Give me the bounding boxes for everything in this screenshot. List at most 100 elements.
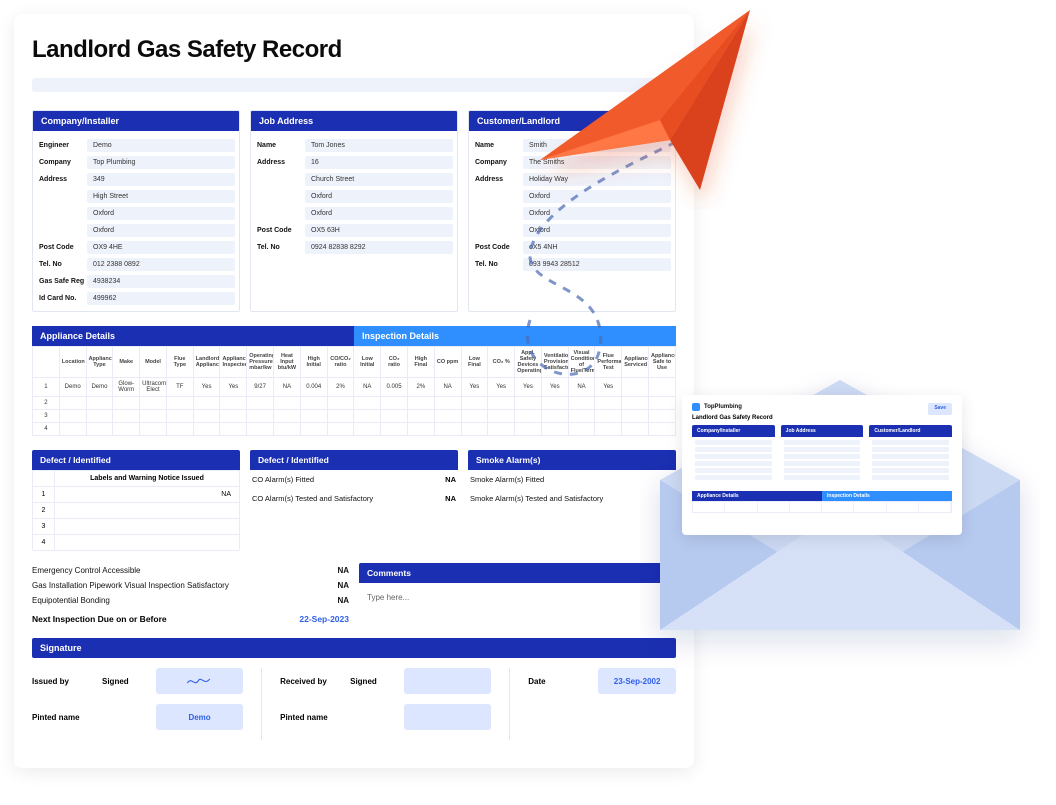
table-header: CO₂ % bbox=[488, 347, 515, 378]
page-title: Landlord Gas Safety Record bbox=[32, 36, 676, 64]
received-by-column: Received by Signed Pinted name bbox=[280, 668, 491, 740]
table-row: 4 bbox=[33, 423, 676, 436]
table-row: 3 bbox=[33, 410, 676, 423]
table-header: Heat Input btu/kW bbox=[274, 347, 301, 378]
field-label: Engineer bbox=[37, 142, 85, 149]
table-header: Low Final bbox=[461, 347, 488, 378]
field-value: oX5 4NH bbox=[523, 241, 671, 254]
checks-comments-row: Emergency Control AccessibleNAGas Instal… bbox=[32, 563, 676, 626]
document-thumbnail: TopPlumbing Save Landlord Gas Safety Rec… bbox=[682, 395, 962, 535]
list-item: Smoke Alarm(s) Tested and Satisfactory bbox=[468, 489, 676, 508]
field-value: Oxford bbox=[523, 207, 671, 220]
appliance-inspection-table: LocationAppliance TypeMakeModelFlue Type… bbox=[32, 346, 676, 436]
field-label: Name bbox=[255, 142, 303, 149]
check-line: Equipotential BondingNA bbox=[32, 593, 349, 608]
field-row: Tel. No093 9943 28512 bbox=[473, 256, 671, 273]
thumb-brand: TopPlumbing bbox=[692, 403, 742, 411]
signature-row: Issued by Signed Pinted name Demo Receiv… bbox=[32, 668, 676, 740]
field-label: Tel. No bbox=[255, 244, 303, 251]
field-label: Address bbox=[473, 176, 521, 183]
field-value: Oxford bbox=[305, 190, 453, 203]
field-value: OX9 4HE bbox=[87, 241, 235, 254]
date-label: Date bbox=[528, 677, 584, 686]
field-label: Tel. No bbox=[473, 261, 521, 268]
field-row: EngineerDemo bbox=[37, 137, 235, 154]
thumb-table bbox=[692, 501, 952, 513]
field-row: CompanyTop Plumbing bbox=[37, 154, 235, 171]
comments-card: Comments Type here... bbox=[359, 563, 676, 626]
comments-header: Comments bbox=[359, 563, 676, 583]
issued-printed-name-box[interactable]: Demo bbox=[156, 704, 243, 730]
table-header: Flue Type bbox=[166, 347, 193, 378]
thumb-logo-icon bbox=[692, 403, 700, 411]
field-value: Oxford bbox=[305, 207, 453, 220]
field-row: Oxford bbox=[255, 205, 453, 222]
received-signature-box[interactable] bbox=[404, 668, 491, 694]
table-header: Location bbox=[59, 347, 86, 378]
table-header: Model bbox=[140, 347, 167, 378]
issued-signature-box[interactable] bbox=[156, 668, 243, 694]
field-label: Company bbox=[37, 159, 85, 166]
customer-landlord-card: Customer/Landlord NameSmithCompanyThe Sm… bbox=[468, 110, 676, 312]
company-header: Company/Installer bbox=[33, 111, 239, 131]
inspection-due-label: Next Inspection Due on or Before bbox=[32, 614, 167, 624]
field-row: Tel. No0924 82838 8292 bbox=[255, 239, 453, 256]
table-header: Appliance Inspected bbox=[220, 347, 247, 378]
customer-header: Customer/Landlord bbox=[469, 111, 675, 131]
field-row: Address349 bbox=[37, 171, 235, 188]
date-value-box[interactable]: 23-Sep-2002 bbox=[598, 668, 676, 694]
field-row: Tel. No012 2388 0892 bbox=[37, 256, 235, 273]
defect1-col-header: Labels and Warning Notice Issued bbox=[55, 471, 240, 487]
field-label: Tel. No bbox=[37, 261, 85, 268]
field-row: CompanyThe Smiths bbox=[473, 154, 671, 171]
field-label: Address bbox=[255, 159, 303, 166]
field-value: Smith bbox=[523, 139, 671, 152]
field-value: Top Plumbing bbox=[87, 156, 235, 169]
field-row: Post CodeOX9 4HE bbox=[37, 239, 235, 256]
field-value: 4938234 bbox=[87, 275, 235, 288]
field-row: Post CodeoX5 4NH bbox=[473, 239, 671, 256]
printed-name-label-2: Pinted name bbox=[280, 713, 336, 722]
field-label: Name bbox=[473, 142, 521, 149]
field-row: Oxford bbox=[473, 222, 671, 239]
comments-input[interactable]: Type here... bbox=[359, 583, 676, 612]
job-address-card: Job Address NameTom JonesAddress16Church… bbox=[250, 110, 458, 312]
inspection-details-header: Inspection Details bbox=[354, 326, 676, 346]
date-column: Date 23-Sep-2002 bbox=[528, 668, 676, 740]
field-value: Church Street bbox=[305, 173, 453, 186]
info-cards-row: Company/Installer EngineerDemoCompanyTop… bbox=[32, 110, 676, 312]
field-row: Id Card No.499962 bbox=[37, 290, 235, 307]
field-row: NameTom Jones bbox=[255, 137, 453, 154]
signed-label-1: Signed bbox=[102, 677, 142, 686]
field-value: The Smiths bbox=[523, 156, 671, 169]
defect1-header: Defect / Identified bbox=[32, 450, 240, 470]
field-row: NameSmith bbox=[473, 137, 671, 154]
issued-by-label: Issued by bbox=[32, 677, 88, 686]
inspection-due-value: 22-Sep-2023 bbox=[299, 614, 349, 624]
thumb-appliance-left: Appliance Details bbox=[692, 491, 822, 501]
signature-squiggle-icon bbox=[186, 674, 214, 688]
table-header: Appl. Safety Devices Operating bbox=[515, 347, 542, 378]
smoke-alarm-card: Smoke Alarm(s) Smoke Alarm(s) FittedSmok… bbox=[468, 450, 676, 551]
thumb-card: Job Address bbox=[781, 425, 864, 485]
field-row: Address16 bbox=[255, 154, 453, 171]
received-printed-name-box[interactable] bbox=[404, 704, 491, 730]
field-value: 349 bbox=[87, 173, 235, 186]
table-row: 1NA bbox=[33, 487, 240, 503]
printed-name-label-1: Pinted name bbox=[32, 713, 88, 722]
field-value: Oxford bbox=[523, 190, 671, 203]
defect-identified-card-2: Defect / Identified CO Alarm(s) FittedNA… bbox=[250, 450, 458, 551]
table-header: Flue Performance Test bbox=[595, 347, 622, 378]
defect-identified-card-1: Defect / Identified Labels and Warning N… bbox=[32, 450, 240, 551]
list-item: Smoke Alarm(s) Fitted bbox=[468, 470, 676, 489]
table-header: CO₂ ratio bbox=[381, 347, 408, 378]
table-row: 4 bbox=[33, 535, 240, 551]
appliance-inspection-header: Appliance Details Inspection Details bbox=[32, 326, 676, 346]
field-label: Company bbox=[473, 159, 521, 166]
signed-label-2: Signed bbox=[350, 677, 390, 686]
field-label: Post Code bbox=[255, 227, 303, 234]
field-value: High Street bbox=[87, 190, 235, 203]
field-value: 16 bbox=[305, 156, 453, 169]
table-row: 2 bbox=[33, 397, 676, 410]
field-row: Oxford bbox=[37, 205, 235, 222]
